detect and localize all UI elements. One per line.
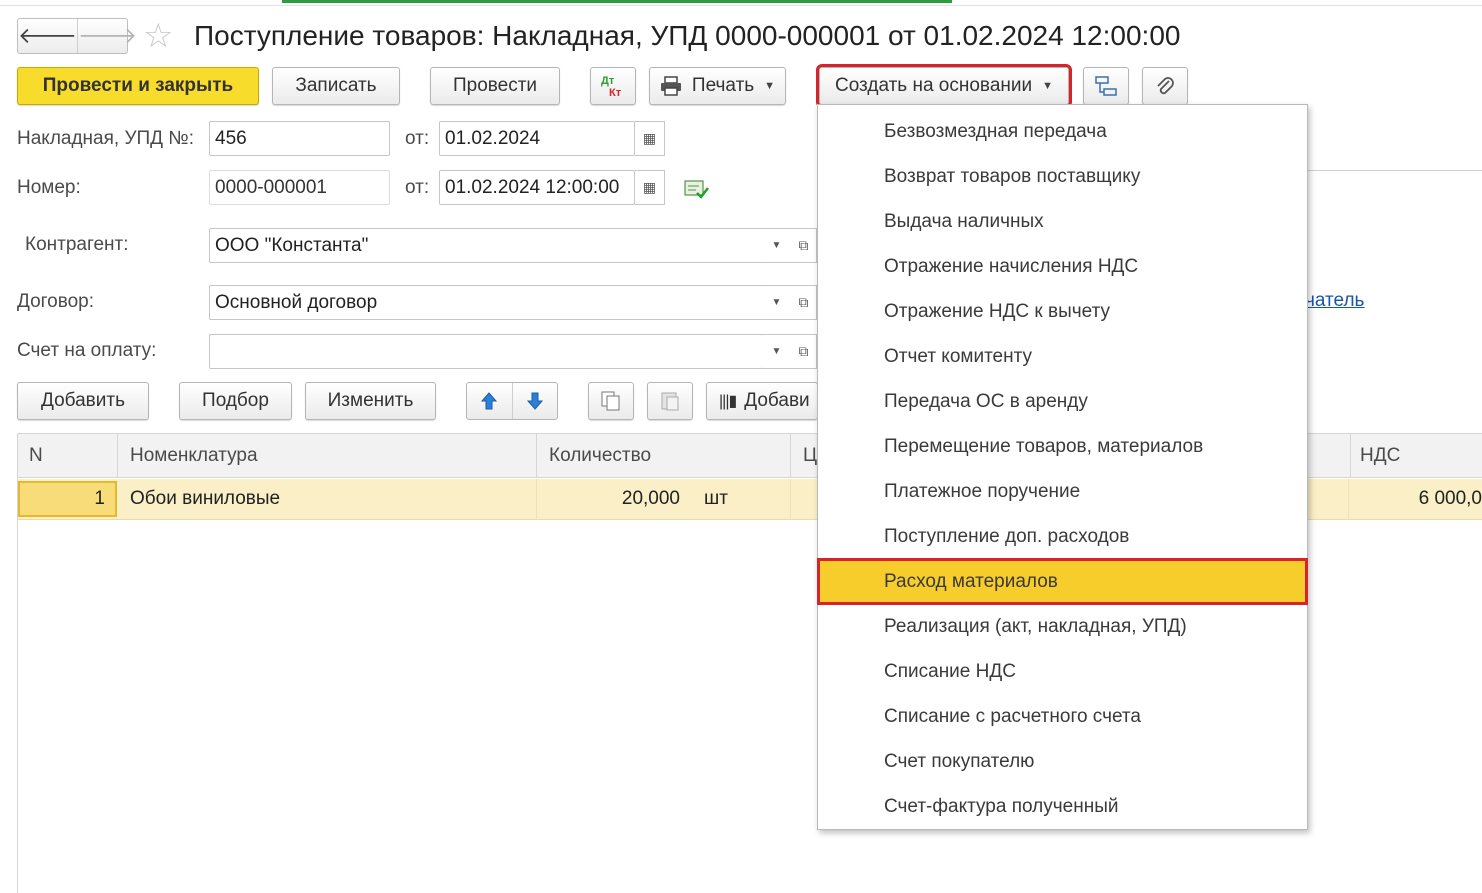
number-date-field[interactable]: 01.02.2024 12:00:00 [439,170,635,205]
contract-field[interactable]: Основной договор [209,285,763,320]
menu-item[interactable]: Перемещение товаров, материалов [818,424,1307,469]
move-buttons [466,382,558,420]
menu-item-active[interactable]: Расход материалов [817,558,1308,605]
change-button[interactable]: Изменить [305,382,436,420]
document-check-icon[interactable] [684,178,710,205]
invoice-for-payment-label: Счет на оплату: [17,340,157,361]
post-and-close-button[interactable]: Провести и закрыть [17,67,259,105]
invoice-date-field[interactable]: 01.02.2024 [439,121,635,156]
arrow-left-icon[interactable]: 🡐 [18,19,77,53]
menu-item[interactable]: Списание с расчетного счета [818,694,1307,739]
active-tab-indicator [282,0,952,3]
menu-item[interactable]: Выдача наличных [818,199,1307,244]
print-button[interactable]: Печать ▼ [649,67,786,105]
create-based-on-button[interactable]: Создать на основании ▼ [816,64,1072,108]
print-label: Печать [691,75,755,96]
paste-icon [661,392,679,411]
barcode-icon: |||▮ [719,393,737,410]
column-header-item[interactable]: Номенклатура [118,434,537,478]
menu-item[interactable]: Счет покупателю [818,739,1307,784]
pick-button[interactable]: Подбор [179,382,292,420]
menu-item[interactable]: Безвозмездная передача [818,109,1307,154]
page-title: Поступление товаров: Накладная, УПД 0000… [194,20,1181,51]
cell-vat[interactable]: 6 000,0 [1348,479,1482,519]
structure-button[interactable] [1083,67,1129,105]
calendar-icon[interactable]: ▦ [635,170,665,205]
open-icon[interactable]: ⧉ [791,285,817,320]
open-icon[interactable]: ⧉ [791,334,817,369]
chevron-down-icon: ▼ [764,80,776,92]
column-header-quantity[interactable]: Количество [537,434,791,478]
dt-kt-icon: Дт Кт [601,75,622,99]
paperclip-icon [1157,77,1174,95]
menu-item[interactable]: Платежное поручение [818,469,1307,514]
invoice-number-label: Накладная, УПД №: [17,128,194,149]
open-icon[interactable]: ⧉ [791,228,817,263]
cell-n[interactable]: 1 [18,481,117,517]
calendar-icon[interactable]: ▦ [635,121,665,156]
chevron-down-icon: ▼ [1042,80,1053,92]
nav-buttons: 🡐 🡒 [17,18,137,54]
cell-item[interactable]: Обои виниловые [118,479,537,519]
menu-item[interactable]: Отчет комитенту [818,334,1307,379]
number-field[interactable]: 0000-000001 [209,170,390,205]
contract-label: Договор: [17,291,95,312]
add-row-button[interactable]: Добавить [17,382,149,420]
arrow-up-icon[interactable] [467,383,513,419]
column-header-vat[interactable]: НДС [1348,434,1482,478]
column-header-n[interactable]: N [17,434,118,478]
post-button[interactable]: Провести [430,67,560,105]
arrow-right-icon[interactable]: 🡒 [77,19,137,53]
invoice-for-payment-field[interactable] [209,334,763,369]
cell-quantity[interactable]: 20,000 [537,479,692,519]
create-based-on-label: Создать на основании [834,75,1033,96]
chevron-down-icon[interactable]: ▼ [762,334,792,369]
menu-item[interactable]: Реализация (акт, накладная, УПД) [818,604,1307,649]
menu-item[interactable]: Возврат товаров поставщику [818,154,1307,199]
menu-item[interactable]: Списание НДС [818,649,1307,694]
paste-button[interactable] [647,382,693,420]
create-based-on-menu: Безвозмездная передача Возврат товаров п… [817,104,1308,830]
add-by-barcode-label: Добави [744,390,810,411]
counterparty-field[interactable]: ООО "Константа" [209,228,763,263]
chevron-down-icon[interactable]: ▼ [762,285,792,320]
printer-icon [660,76,681,96]
invoice-number-field[interactable]: 456 [209,121,390,156]
right-field-border [1308,170,1482,205]
menu-item[interactable]: Отражение НДС к вычету [818,289,1307,334]
save-button[interactable]: Записать [272,67,400,105]
hierarchy-icon [1095,76,1117,96]
svg-text:Дт: Дт [601,75,615,87]
recipient-link[interactable]: чатель [1305,290,1364,312]
number-date-label: от: [405,177,430,198]
star-icon[interactable]: ☆ [143,18,173,54]
menu-item[interactable]: Поступление доп. расходов [818,514,1307,559]
add-by-barcode-button[interactable]: |||▮ Добави [706,382,818,420]
invoice-date-label: от: [405,128,430,149]
number-label: Номер: [17,177,81,198]
menu-item[interactable]: Передача ОС в аренду [818,379,1307,424]
attach-button[interactable] [1142,67,1188,105]
cell-unit[interactable]: шт [692,479,791,519]
dt-kt-button[interactable]: Дт Кт [590,67,636,105]
menu-item[interactable]: Счет-фактура полученный [818,784,1307,829]
svg-text:Кт: Кт [609,87,622,99]
menu-item[interactable]: Отражение начисления НДС [818,244,1307,289]
counterparty-label: Контрагент: [25,234,129,255]
copy-icon [601,391,620,411]
chevron-down-icon[interactable]: ▼ [762,228,792,263]
arrow-down-icon[interactable] [513,383,558,419]
window-tab-strip [0,0,1482,6]
table-left-border [17,433,18,893]
copy-button[interactable] [588,382,634,420]
